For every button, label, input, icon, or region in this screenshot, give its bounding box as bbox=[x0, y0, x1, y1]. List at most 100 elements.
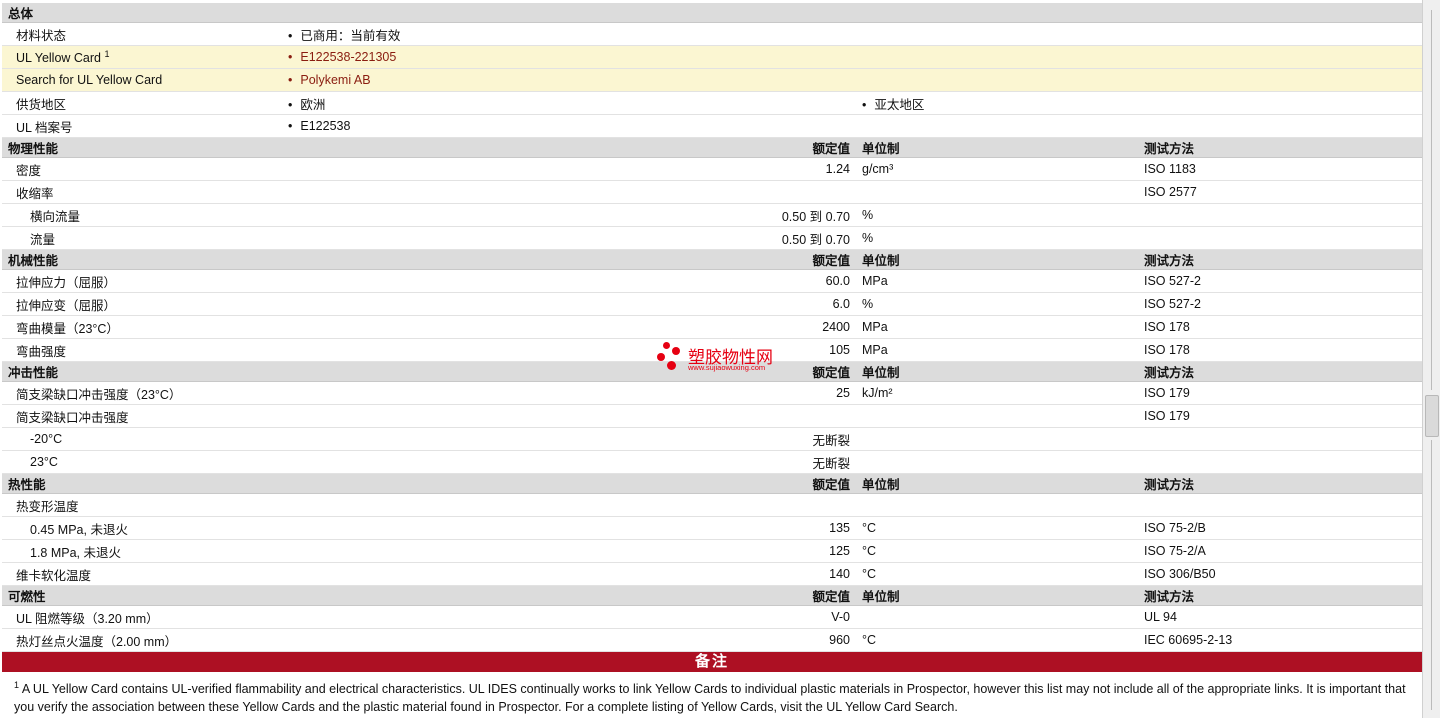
row-value: 无断裂 bbox=[660, 450, 856, 474]
row-label: 拉伸应力（屈服） bbox=[2, 269, 660, 293]
row-method: ISO 179 bbox=[1138, 404, 1423, 428]
row-method: UL 94 bbox=[1138, 605, 1423, 629]
scroll-track[interactable] bbox=[1431, 440, 1432, 710]
table-row: 热灯丝点火温度（2.00 mm） 960 °C IEC 60695-2-13 bbox=[2, 628, 1423, 652]
table-row: 流量 0.50 到 0.70 % bbox=[2, 226, 1423, 250]
logo-dot-icon bbox=[667, 361, 676, 370]
header-unit: 单位制 bbox=[856, 137, 1138, 158]
row-method: ISO 179 bbox=[1138, 381, 1423, 405]
row-label: Search for UL Yellow Card bbox=[2, 68, 282, 92]
table-row: 拉伸应力（屈服） 60.0 MPa ISO 527-2 bbox=[2, 269, 1423, 293]
row-unit: °C bbox=[856, 539, 1138, 563]
row-label: -20°C bbox=[2, 427, 660, 451]
watermark-logo: 塑胶物性网 www.sujiaowuxing.com bbox=[657, 342, 797, 376]
table-row: 维卡软化温度 140 °C ISO 306/B50 bbox=[2, 562, 1423, 586]
yellow-card-search-link[interactable]: Polykemi AB bbox=[282, 68, 1423, 92]
row-value: 60.0 bbox=[660, 269, 856, 293]
row-value: 欧洲 bbox=[282, 91, 856, 115]
row-label: 横向流量 bbox=[2, 203, 660, 227]
row-value bbox=[660, 493, 856, 517]
table-row: 0.45 MPa, 未退火 135 °C ISO 75-2/B bbox=[2, 516, 1423, 540]
row-unit bbox=[856, 450, 1138, 474]
section-title: 机械性能 bbox=[2, 249, 660, 270]
logo-dot-icon bbox=[672, 347, 680, 355]
row-value bbox=[660, 404, 856, 428]
header-unit: 单位制 bbox=[856, 361, 1138, 382]
table-row: 供货地区 欧洲 亚太地区 bbox=[2, 91, 1423, 115]
row-method bbox=[1138, 203, 1423, 227]
table-row: -20°C 无断裂 bbox=[2, 427, 1423, 451]
section-title: 热性能 bbox=[2, 473, 660, 494]
row-label: 弯曲强度 bbox=[2, 338, 660, 362]
header-nominal: 额定值 bbox=[660, 473, 856, 494]
logo-dot-icon bbox=[663, 342, 670, 349]
row-unit bbox=[856, 404, 1138, 428]
vertical-scrollbar[interactable] bbox=[1422, 0, 1440, 718]
section-title: 总体 bbox=[2, 3, 1423, 23]
scroll-track[interactable] bbox=[1431, 10, 1432, 390]
row-value: 已商用：当前有效 bbox=[282, 22, 1423, 46]
row-method: ISO 306/B50 bbox=[1138, 562, 1423, 586]
row-method bbox=[1138, 427, 1423, 451]
table-row: 收缩率 ISO 2577 bbox=[2, 180, 1423, 204]
header-unit: 单位制 bbox=[856, 585, 1138, 606]
footnote-text: A UL Yellow Card contains UL-verified fl… bbox=[14, 682, 1406, 715]
row-unit: MPa bbox=[856, 315, 1138, 339]
section-header: 热性能 额定值 单位制 测试方法 bbox=[2, 473, 1423, 494]
row-label: 维卡软化温度 bbox=[2, 562, 660, 586]
row-unit: % bbox=[856, 292, 1138, 316]
row-unit bbox=[856, 493, 1138, 517]
table-row: UL 档案号 E122538 bbox=[2, 114, 1423, 138]
table-row: UL Yellow Card 1 E122538-221305 bbox=[2, 45, 1423, 69]
row-method: ISO 178 bbox=[1138, 315, 1423, 339]
scrollbar-thumb[interactable] bbox=[1425, 395, 1439, 437]
row-label: 拉伸应变（屈服） bbox=[2, 292, 660, 316]
notes-header: 备注 bbox=[2, 652, 1422, 672]
row-label: 0.45 MPa, 未退火 bbox=[2, 516, 660, 540]
row-value: 125 bbox=[660, 539, 856, 563]
row-label: 流量 bbox=[2, 226, 660, 250]
row-value-range: 0.50 到 0.70 bbox=[660, 203, 856, 227]
header-nominal: 额定值 bbox=[660, 585, 856, 606]
table-row: UL 阻燃等级（3.20 mm） V-0 UL 94 bbox=[2, 605, 1423, 629]
row-method: ISO 75-2/B bbox=[1138, 516, 1423, 540]
row-label: 热灯丝点火温度（2.00 mm） bbox=[2, 628, 660, 652]
watermark-url: www.sujiaowuxing.com bbox=[688, 363, 766, 372]
header-method: 测试方法 bbox=[1138, 249, 1423, 270]
row-unit: % bbox=[856, 203, 1138, 227]
row-label: 1.8 MPa, 未退火 bbox=[2, 539, 660, 563]
header-unit: 单位制 bbox=[856, 249, 1138, 270]
row-label: 供货地区 bbox=[2, 91, 282, 115]
row-value bbox=[660, 180, 856, 204]
table-row: 1.8 MPa, 未退火 125 °C ISO 75-2/A bbox=[2, 539, 1423, 563]
row-unit: % bbox=[856, 226, 1138, 250]
row-value: 无断裂 bbox=[660, 427, 856, 451]
header-method: 测试方法 bbox=[1138, 361, 1423, 382]
row-method bbox=[1138, 226, 1423, 250]
row-value: 2400 bbox=[660, 315, 856, 339]
row-method: IEC 60695-2-13 bbox=[1138, 628, 1423, 652]
row-unit: MPa bbox=[856, 269, 1138, 293]
row-label: 密度 bbox=[2, 157, 660, 181]
row-label: 简支梁缺口冲击强度（23°C） bbox=[2, 381, 660, 405]
section-general-header: 总体 bbox=[2, 3, 1423, 23]
section-header: 可燃性 额定值 单位制 测试方法 bbox=[2, 585, 1423, 606]
row-method bbox=[1138, 493, 1423, 517]
row-method: ISO 527-2 bbox=[1138, 269, 1423, 293]
row-value: V-0 bbox=[660, 605, 856, 629]
row-value: 960 bbox=[660, 628, 856, 652]
table-row: Search for UL Yellow Card Polykemi AB bbox=[2, 68, 1423, 92]
header-method: 测试方法 bbox=[1138, 473, 1423, 494]
header-nominal: 额定值 bbox=[660, 249, 856, 270]
table-row: 23°C 无断裂 bbox=[2, 450, 1423, 474]
row-value: 6.0 bbox=[660, 292, 856, 316]
row-method: ISO 178 bbox=[1138, 338, 1423, 362]
row-label: 简支梁缺口冲击强度 bbox=[2, 404, 660, 428]
section-title: 冲击性能 bbox=[2, 361, 660, 382]
yellow-card-link[interactable]: E122538-221305 bbox=[282, 45, 1423, 69]
row-value: 140 bbox=[660, 562, 856, 586]
property-table: 总体 材料状态 已商用：当前有效 UL Yellow Card 1 E12253… bbox=[2, 3, 1423, 652]
row-unit: MPa bbox=[856, 338, 1138, 362]
row-label: 弯曲模量（23°C） bbox=[2, 315, 660, 339]
row-unit: °C bbox=[856, 516, 1138, 540]
